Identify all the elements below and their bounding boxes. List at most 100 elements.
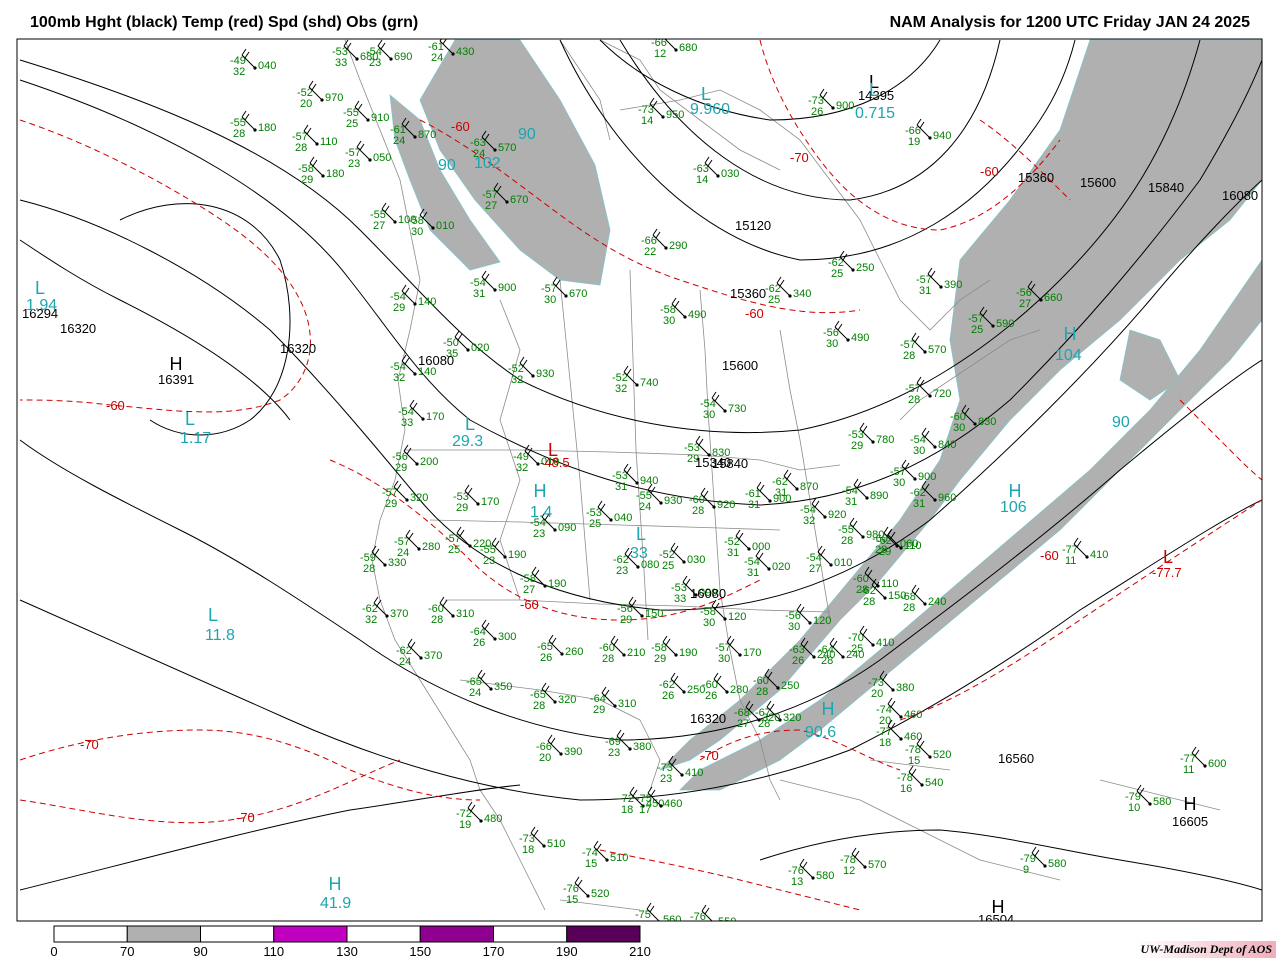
ob-height: 870 bbox=[418, 129, 436, 141]
ob-dewpoint: 11 bbox=[1183, 764, 1194, 776]
ob-height: 940 bbox=[933, 130, 951, 142]
weather-map: -4932 040-5220 970-5528 180-5728 110-5829 180… bbox=[0, 0, 1280, 960]
ob-height: 110 bbox=[881, 578, 899, 590]
ob-height: 460 bbox=[664, 798, 682, 810]
ob-height: 180 bbox=[326, 168, 344, 180]
ob-dewpoint: 23 bbox=[348, 158, 360, 170]
ob-dewpoint: 14 bbox=[641, 115, 653, 127]
ob-dewpoint: 27 bbox=[373, 220, 385, 232]
ob-dewpoint: 14 bbox=[696, 174, 708, 186]
ob-height: 190 bbox=[679, 647, 697, 659]
ob-dewpoint: 25 bbox=[851, 643, 863, 655]
ob-dewpoint: 15 bbox=[908, 755, 920, 767]
ob-dewpoint: 33 bbox=[401, 417, 413, 429]
ob-height: 240 bbox=[928, 596, 946, 608]
ob-dewpoint: 27 bbox=[523, 584, 535, 596]
ob-dewpoint: 12 bbox=[843, 865, 855, 877]
height-label: 15840 bbox=[1148, 180, 1184, 195]
ob-dewpoint: 29 bbox=[456, 502, 468, 514]
colorbar-tick: 210 bbox=[629, 944, 651, 959]
ob-dewpoint: 18 bbox=[522, 844, 534, 856]
speed-label: 11.8 bbox=[205, 627, 235, 644]
ob-dewpoint: 26 bbox=[473, 637, 485, 649]
ob-height: 900 bbox=[836, 100, 854, 112]
ob-height: 310 bbox=[456, 608, 474, 620]
ob-dewpoint: 25 bbox=[971, 324, 983, 336]
ob-dewpoint: 28 bbox=[363, 563, 375, 575]
ob-height: 310 bbox=[618, 698, 636, 710]
extremum-h-symbol: H bbox=[329, 874, 342, 894]
extremum-h-symbol: H bbox=[822, 699, 835, 719]
ob-height: 920 bbox=[828, 509, 846, 521]
speed-label: 1.4 bbox=[530, 504, 552, 521]
ob-height: 090 bbox=[558, 522, 576, 534]
height-label: 16320 bbox=[280, 341, 316, 356]
analysis-time: NAM Analysis for 1200 UTC Friday JAN 24 … bbox=[889, 14, 1250, 31]
height-label: 15360 bbox=[730, 286, 766, 301]
ob-height: 930 bbox=[536, 368, 554, 380]
height-label: 16391 bbox=[158, 372, 194, 387]
ob-height: 140 bbox=[418, 296, 436, 308]
extremum-l-symbol: L bbox=[548, 440, 558, 460]
ob-height: 350 bbox=[494, 681, 512, 693]
ob-height: 430 bbox=[456, 46, 474, 58]
ob-height: 120 bbox=[813, 615, 831, 627]
ob-height: 490 bbox=[688, 309, 706, 321]
ob-height: 660 bbox=[1044, 292, 1062, 304]
ob-dewpoint: 29 bbox=[620, 614, 632, 626]
ob-dewpoint: 30 bbox=[703, 617, 715, 629]
ob-height: 410 bbox=[876, 637, 894, 649]
ob-dewpoint: 24 bbox=[639, 501, 651, 513]
temp-label: -60 bbox=[745, 306, 764, 321]
ob-height: 590 bbox=[996, 318, 1014, 330]
ob-dewpoint: 31 bbox=[727, 547, 739, 559]
colorbar-tick: 170 bbox=[483, 944, 505, 959]
ob-height: 720 bbox=[933, 388, 951, 400]
ob-height: 370 bbox=[390, 608, 408, 620]
ob-height: 460 bbox=[904, 731, 922, 743]
ob-height: 290 bbox=[669, 240, 687, 252]
ob-height: 110 bbox=[320, 136, 338, 148]
height-label: 16080 bbox=[690, 586, 726, 601]
ob-dewpoint: 29 bbox=[393, 302, 405, 314]
ob-dewpoint: 13 bbox=[791, 876, 803, 888]
ob-dewpoint: 18 bbox=[879, 737, 891, 749]
ob-height: 900 bbox=[918, 471, 936, 483]
ob-dewpoint: 30 bbox=[953, 422, 965, 434]
temp-label: -70 bbox=[790, 150, 809, 165]
height-label: 16560 bbox=[998, 751, 1034, 766]
ob-dewpoint: 10 bbox=[1128, 802, 1140, 814]
ob-height: 510 bbox=[610, 852, 628, 864]
colorbar-segment bbox=[566, 925, 641, 943]
ob-height: 740 bbox=[640, 377, 658, 389]
ob-dewpoint: 28 bbox=[692, 505, 704, 517]
ob-dewpoint: 28 bbox=[295, 142, 307, 154]
ob-dewpoint: 28 bbox=[841, 535, 853, 547]
ob-height: 960 bbox=[938, 492, 956, 504]
colorbar-tick: 0 bbox=[50, 944, 57, 959]
ob-dewpoint: 31 bbox=[919, 285, 931, 297]
height-label: 15360 bbox=[1018, 170, 1054, 185]
extremum-h-symbol: H bbox=[1009, 481, 1022, 501]
ob-dewpoint: 19 bbox=[908, 136, 920, 148]
ob-height: 120 bbox=[728, 611, 746, 623]
ob-height: 320 bbox=[558, 694, 576, 706]
ob-height: 380 bbox=[896, 682, 914, 694]
ob-dewpoint: 29 bbox=[851, 440, 863, 452]
ob-dewpoint: 17 bbox=[639, 804, 651, 816]
speed-label: 1.94 bbox=[26, 297, 57, 314]
ob-dewpoint: 30 bbox=[718, 653, 730, 665]
speed-label: 102 bbox=[474, 155, 501, 172]
extremum-l-symbol: L bbox=[869, 80, 879, 100]
ob-dewpoint: 30 bbox=[913, 445, 925, 457]
ob-dewpoint: 15 bbox=[585, 858, 597, 870]
map-title: 100mb Hght (black) Temp (red) Spd (shd) … bbox=[30, 14, 419, 31]
ob-height: 020 bbox=[471, 342, 489, 354]
ob-height: 010 bbox=[834, 557, 852, 569]
ob-dewpoint: 31 bbox=[775, 487, 787, 499]
height-label: 16320 bbox=[690, 711, 726, 726]
temp-label: -60 bbox=[1040, 548, 1059, 563]
ob-dewpoint: 30 bbox=[893, 477, 905, 489]
ob-dewpoint: 32 bbox=[803, 515, 815, 527]
ob-dewpoint: 25 bbox=[662, 560, 674, 572]
